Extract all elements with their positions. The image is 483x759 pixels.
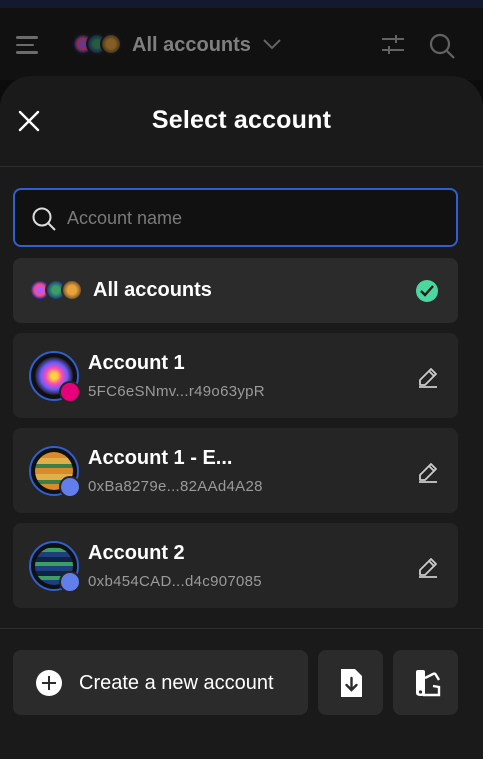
theme-button[interactable] <box>393 650 458 715</box>
search-field[interactable] <box>13 188 458 247</box>
account-name: Account 2 <box>88 542 185 564</box>
chevron-down-icon[interactable] <box>262 38 282 50</box>
all-accounts-item[interactable]: All accounts <box>13 258 458 323</box>
account-item[interactable]: Account 1 - E... 0xBa8279e...82AAd4A28 <box>13 428 458 513</box>
account-address: 5FC6eSNmv...r49o63ypR <box>88 383 265 400</box>
account-name: Account 1 - E... <box>88 447 233 469</box>
import-account-button[interactable] <box>318 650 383 715</box>
top-strip <box>0 0 483 8</box>
menu-icon[interactable] <box>16 36 38 54</box>
header-divider <box>0 166 483 167</box>
ethereum-icon <box>59 476 81 498</box>
selected-check-icon <box>416 280 438 302</box>
swatch-icon <box>416 670 441 697</box>
edit-icon[interactable] <box>416 365 440 389</box>
account-item[interactable]: Account 1 5FC6eSNmv...r49o63ypR <box>13 333 458 418</box>
search-icon <box>32 207 56 231</box>
all-accounts-label: All accounts <box>93 279 212 301</box>
search-icon[interactable] <box>428 32 456 60</box>
create-account-button[interactable]: Create a new account <box>13 650 308 715</box>
polkadot-icon <box>59 381 81 403</box>
select-account-modal: Select account All accounts Account 1 5F… <box>0 76 483 759</box>
search-input[interactable] <box>67 200 437 236</box>
account-address: 0xb454CAD...d4c907085 <box>88 573 262 590</box>
create-account-label: Create a new account <box>79 672 274 694</box>
current-account-title[interactable]: All accounts <box>132 34 251 57</box>
ethereum-icon <box>59 571 81 593</box>
accounts-avatar-stack <box>29 279 85 303</box>
filter-icon[interactable] <box>380 34 406 56</box>
account-item[interactable]: Account 2 0xb454CAD...d4c907085 <box>13 523 458 608</box>
accounts-avatar-stack <box>72 33 122 55</box>
modal-title: Select account <box>151 106 332 134</box>
edit-icon[interactable] <box>416 555 440 579</box>
plus-circle-icon <box>36 670 62 696</box>
file-import-icon <box>341 669 362 697</box>
footer-divider <box>0 628 483 629</box>
account-name: Account 1 <box>88 352 185 374</box>
edit-icon[interactable] <box>416 460 440 484</box>
top-bar: All accounts <box>0 8 483 80</box>
account-address: 0xBa8279e...82AAd4A28 <box>88 478 263 495</box>
